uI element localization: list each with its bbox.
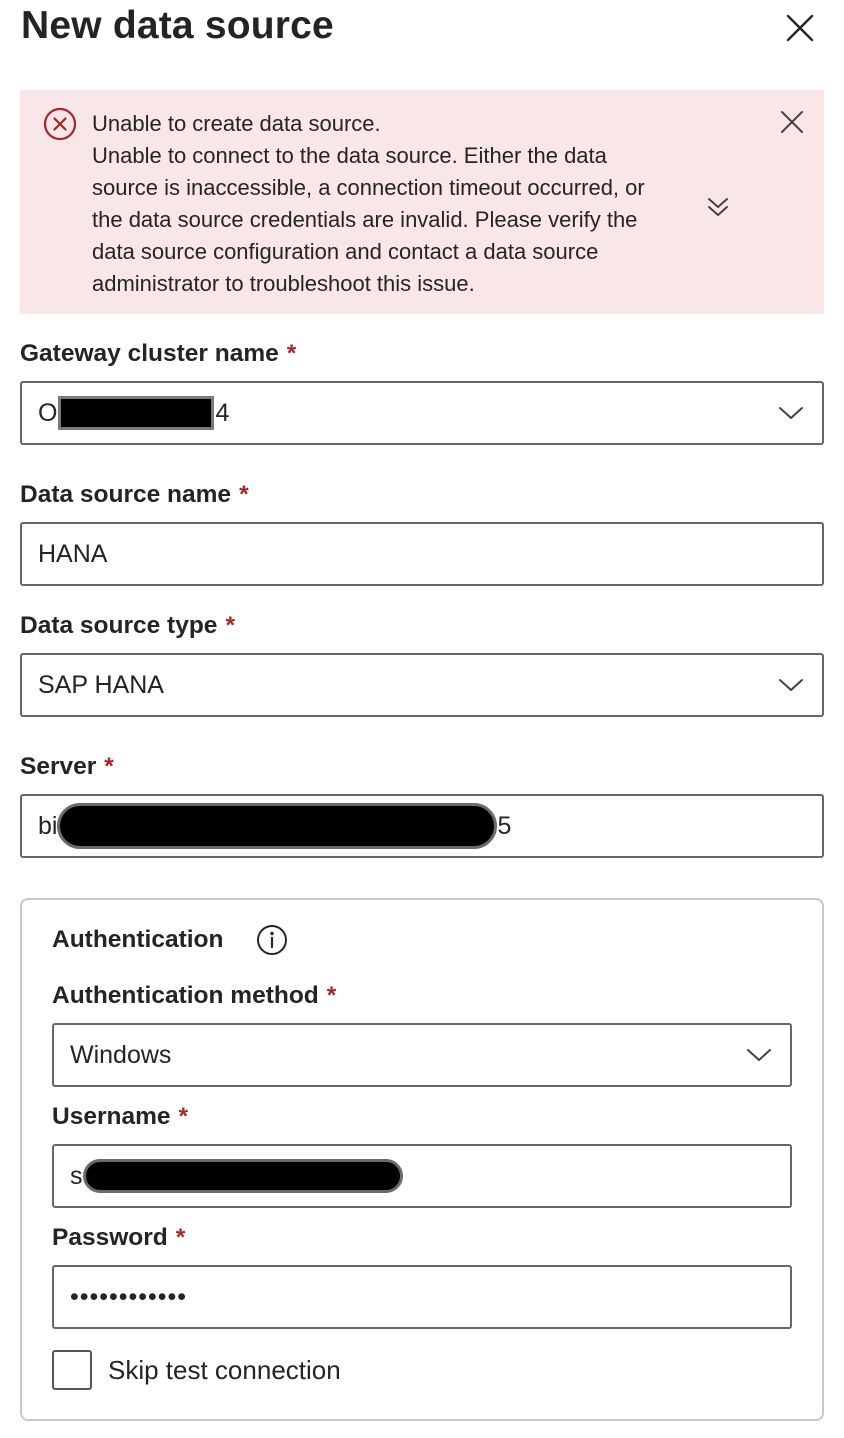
redacted-text <box>57 803 498 849</box>
error-message: Unable to create data source. Unable to … <box>92 108 702 300</box>
datasource-name-label-text: Data source name <box>20 481 232 508</box>
required-mark: * <box>178 1103 189 1130</box>
required-mark: * <box>225 612 235 639</box>
close-icon <box>786 14 814 42</box>
server-value-prefix: bi <box>38 812 58 840</box>
chevron-down-icon <box>779 679 803 691</box>
chevron-down-icon <box>779 407 803 419</box>
close-panel-button[interactable] <box>784 12 816 44</box>
gateway-cluster-dropdown[interactable]: O 4 <box>20 381 824 445</box>
password-input[interactable]: •••••••••••• <box>52 1265 792 1329</box>
username-input[interactable]: s <box>52 1144 792 1208</box>
datasource-type-label-text: Data source type <box>20 612 218 639</box>
error-detail-line: Unable to connect to the data source. Ei… <box>92 143 607 168</box>
datasource-name-input[interactable]: HANA <box>20 522 824 586</box>
info-icon[interactable] <box>256 924 288 956</box>
username-value-prefix: s <box>70 1162 83 1190</box>
datasource-name-value: HANA <box>38 540 108 568</box>
username-label-text: Username <box>52 1103 171 1130</box>
required-mark: * <box>104 753 114 780</box>
authentication-heading: Authentication <box>52 926 224 953</box>
server-input[interactable]: bi 5 <box>20 794 824 858</box>
datasource-type-label: Data source type * <box>20 610 235 642</box>
auth-method-dropdown[interactable]: Windows <box>52 1023 792 1087</box>
error-detail-line: the data source credentials are invalid.… <box>92 207 638 232</box>
redacted-text <box>58 396 215 430</box>
double-chevron-down-icon <box>708 198 728 216</box>
required-mark: * <box>286 340 297 367</box>
required-mark: * <box>175 1224 186 1251</box>
server-value-suffix: 5 <box>497 812 512 840</box>
skip-test-connection-checkbox[interactable] <box>52 1350 92 1390</box>
gateway-cluster-label-text: Gateway cluster name <box>20 340 279 367</box>
auth-method-value: Windows <box>70 1041 172 1069</box>
datasource-name-label: Data source name * <box>20 479 249 511</box>
error-circle-icon <box>43 107 77 141</box>
error-detail-line: data source configuration and contact a … <box>92 239 599 264</box>
expand-error-button[interactable] <box>703 193 733 223</box>
gateway-cluster-label: Gateway cluster name * <box>20 338 296 370</box>
redacted-text <box>82 1159 403 1193</box>
dismiss-error-button[interactable] <box>777 107 807 137</box>
close-icon <box>781 111 803 133</box>
skip-test-connection-label[interactable]: Skip test connection <box>108 1354 341 1386</box>
auth-method-label: Authentication method * <box>52 980 336 1012</box>
password-value: •••••••••••• <box>70 1283 188 1311</box>
password-label-text: Password <box>52 1224 168 1251</box>
password-label: Password * <box>52 1222 185 1254</box>
gateway-value-prefix: O <box>38 399 58 427</box>
server-label: Server * <box>20 751 114 783</box>
username-label: Username * <box>52 1101 188 1133</box>
datasource-type-value: SAP HANA <box>38 671 164 699</box>
server-label-text: Server <box>20 753 97 780</box>
error-title: Unable to create data source. <box>92 111 381 136</box>
auth-method-label-text: Authentication method <box>52 982 319 1009</box>
required-mark: * <box>239 481 249 508</box>
error-detail-line: source is inaccessible, a connection tim… <box>92 175 645 200</box>
chevron-down-icon <box>747 1049 771 1061</box>
datasource-type-dropdown[interactable]: SAP HANA <box>20 653 824 717</box>
page-title: New data source <box>21 4 334 47</box>
error-detail-line: administrator to troubleshoot this issue… <box>92 271 475 296</box>
error-banner: Unable to create data source. Unable to … <box>20 90 824 314</box>
gateway-value-suffix: 4 <box>215 399 230 427</box>
required-mark: * <box>326 982 337 1009</box>
